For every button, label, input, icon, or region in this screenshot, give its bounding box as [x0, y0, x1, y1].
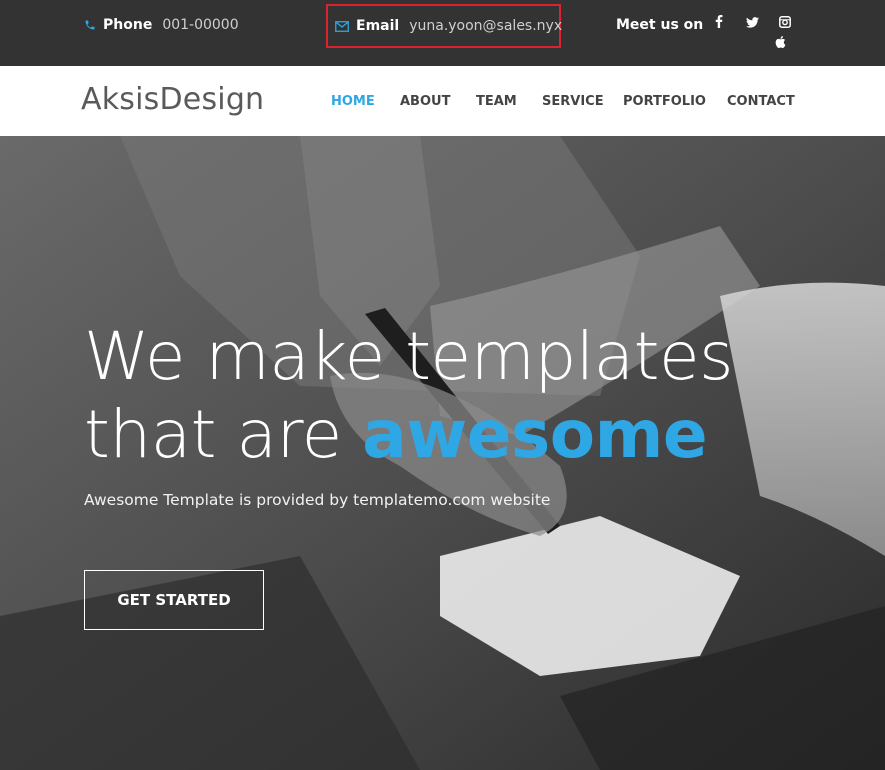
- phone-label: Phone: [103, 17, 153, 33]
- nav-portfolio[interactable]: PORTFOLIO: [623, 94, 706, 109]
- instagram-icon[interactable]: [774, 15, 796, 35]
- hero-title-prefix: that are: [84, 396, 363, 473]
- main-navbar: AksisDesign HOME ABOUT TEAM SERVICE PORT…: [0, 66, 885, 136]
- phone-contact: Phone 001-00000: [84, 17, 239, 33]
- hero-section: We make templates that are awesome Aweso…: [0, 136, 885, 770]
- phone-value[interactable]: 001-00000: [162, 17, 238, 33]
- get-started-button[interactable]: GET STARTED: [84, 570, 264, 630]
- hero-title: We make templates that are awesome: [84, 318, 734, 474]
- nav-about[interactable]: ABOUT: [400, 94, 450, 109]
- social-links: [708, 15, 798, 55]
- hero-subtitle: Awesome Template is provided by template…: [84, 491, 554, 509]
- email-label: Email: [356, 18, 400, 34]
- nav-home[interactable]: HOME: [331, 94, 375, 109]
- hero-title-line1: We make templates: [84, 318, 734, 395]
- nav-service[interactable]: SERVICE: [542, 94, 604, 109]
- apple-icon[interactable]: [774, 35, 787, 55]
- hero-title-highlight: awesome: [362, 396, 708, 473]
- twitter-icon[interactable]: [741, 15, 763, 35]
- site-logo[interactable]: AksisDesign: [81, 82, 264, 117]
- envelope-icon: [335, 20, 349, 32]
- email-contact: Email yuna.yoon@sales.nyx: [326, 4, 562, 48]
- meet-us-label: Meet us on: [616, 17, 704, 33]
- hero-title-line2: that are awesome: [84, 396, 733, 474]
- nav-team[interactable]: TEAM: [476, 94, 517, 109]
- email-value[interactable]: yuna.yoon@sales.nyx: [409, 18, 562, 34]
- nav-contact[interactable]: CONTACT: [727, 94, 795, 109]
- top-contact-bar: Phone 001-00000 Email yuna.yoon@sales.ny…: [0, 0, 885, 66]
- phone-icon: [84, 19, 96, 31]
- facebook-icon[interactable]: [708, 15, 730, 35]
